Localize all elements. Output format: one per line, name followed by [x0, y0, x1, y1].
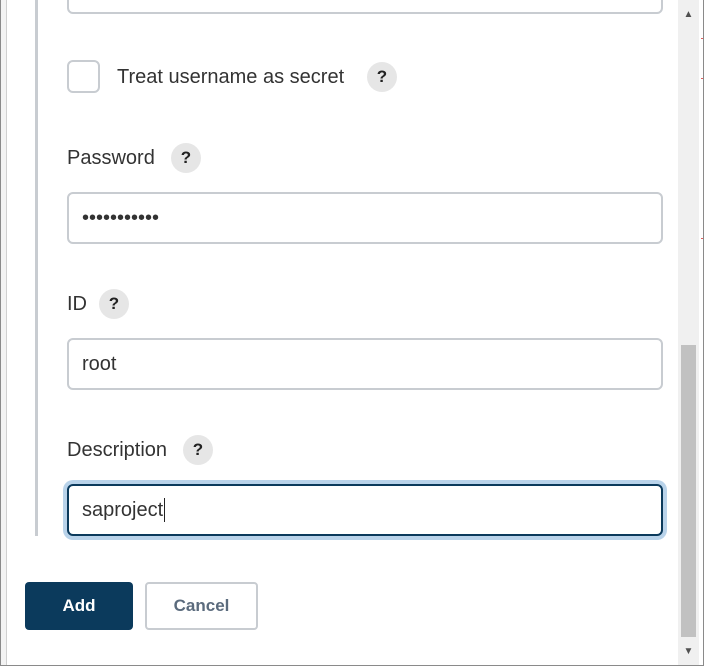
question-mark-icon[interactable]: ?	[183, 435, 213, 465]
description-label: Description	[67, 439, 168, 461]
treat-username-as-secret-checkbox[interactable]	[67, 60, 100, 93]
description-input[interactable]: saproject	[67, 484, 663, 536]
question-mark-icon[interactable]: ?	[171, 143, 201, 173]
scroll-down-arrow-icon[interactable]: ▼	[678, 642, 699, 660]
scrollbar-thumb[interactable]	[681, 345, 696, 637]
page-backdrop-edge	[699, 0, 703, 665]
vertical-scrollbar[interactable]: ▲ ▼	[678, 0, 699, 665]
add-button[interactable]: Add	[25, 582, 133, 630]
dialog-left-edge	[1, 0, 7, 665]
treat-username-as-secret-label: Treat username as secret	[117, 66, 345, 88]
description-input-value: saproject	[82, 498, 164, 521]
scroll-up-arrow-icon[interactable]: ▲	[678, 5, 699, 23]
password-input[interactable]: •••••••••••	[67, 192, 663, 244]
nested-section-rule	[35, 0, 38, 536]
cancel-button[interactable]: Cancel	[145, 582, 258, 630]
id-input[interactable]: root	[67, 338, 663, 390]
question-mark-icon[interactable]: ?	[367, 62, 397, 92]
text-caret	[164, 498, 166, 522]
question-mark-icon[interactable]: ?	[99, 289, 129, 319]
id-label: ID	[67, 293, 87, 315]
username-field[interactable]	[67, 0, 663, 14]
add-credentials-dialog: Treat username as secret ? Password ? ••…	[0, 0, 704, 666]
password-label: Password	[67, 147, 155, 169]
